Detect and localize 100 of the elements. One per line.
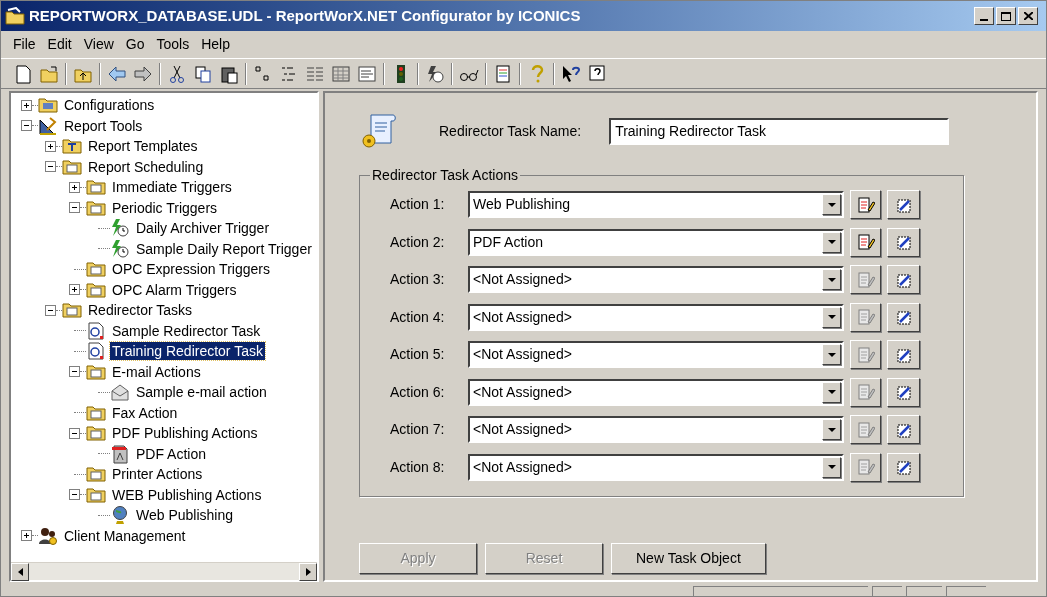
action-dropdown[interactable]: Web Publishing — [468, 191, 844, 219]
tree-item[interactable]: PDF Publishing Actions — [110, 424, 260, 443]
action-label: Action 5: — [390, 345, 446, 365]
action-dropdown[interactable]: <Not Assigned> — [468, 416, 844, 444]
horizontal-scrollbar[interactable] — [11, 562, 317, 580]
globe-icon — [110, 505, 130, 526]
menu-item[interactable]: Go — [121, 34, 149, 55]
task-name-label: Redirector Task Name: — [439, 121, 582, 141]
action-label: Action 2: — [390, 232, 446, 252]
tree-item[interactable]: Training Redirector Task — [110, 342, 265, 361]
maximize-icon — [1001, 11, 1011, 21]
collapse-icon[interactable] — [69, 202, 80, 214]
tree-item[interactable]: Periodic Triggers — [110, 198, 220, 217]
caret-icon — [827, 315, 836, 320]
pointer-help-icon[interactable] — [561, 63, 581, 84]
edit-document-icon — [856, 420, 875, 439]
task-document-icon — [86, 341, 106, 362]
lightning-clock-icon[interactable] — [425, 63, 445, 84]
new-action-button[interactable] — [887, 265, 920, 295]
tree-item[interactable]: PDF Action — [134, 444, 209, 463]
menu-item[interactable]: Edit — [43, 34, 76, 55]
menu-item[interactable]: File — [9, 34, 40, 55]
tree-item[interactable]: Sample e-mail action — [134, 383, 269, 402]
tree-item[interactable]: Client Management — [62, 526, 188, 545]
collapse-icon[interactable] — [69, 366, 80, 378]
expand-icon[interactable] — [45, 140, 56, 152]
new-file-icon[interactable] — [13, 63, 33, 84]
task-document-icon — [86, 320, 106, 341]
tree-item[interactable]: Configurations — [62, 96, 157, 115]
maximize-button[interactable] — [996, 7, 1016, 25]
tree-item[interactable]: Report Scheduling — [86, 157, 206, 176]
scroll-right-button[interactable] — [299, 563, 317, 581]
tree-item[interactable]: OPC Expression Triggers — [110, 260, 272, 279]
action-dropdown[interactable]: <Not Assigned> — [468, 266, 844, 294]
expand-icon[interactable] — [21, 99, 32, 111]
menu-item[interactable]: Help — [197, 34, 234, 55]
tree-item[interactable]: Immediate Triggers — [110, 178, 234, 197]
minimize-button[interactable] — [974, 7, 994, 25]
tree-item[interactable]: WEB Publishing Actions — [110, 485, 264, 504]
collapse-icon[interactable] — [69, 489, 80, 501]
edit-document-icon — [856, 345, 875, 364]
edit-document-icon — [856, 383, 875, 402]
action-dropdown[interactable]: <Not Assigned> — [468, 303, 844, 331]
folder-icon — [5, 7, 25, 25]
collapse-icon[interactable] — [69, 427, 80, 439]
edit-action-button[interactable] — [850, 227, 881, 257]
edit-action-button[interactable] — [850, 190, 881, 220]
tree-item[interactable]: Web Publishing — [134, 506, 236, 525]
new-action-button[interactable] — [887, 452, 920, 482]
cut-icon[interactable] — [167, 63, 187, 84]
action-dropdown[interactable]: <Not Assigned> — [468, 453, 844, 481]
new-action-button[interactable] — [887, 377, 920, 407]
tree-item[interactable]: Report Templates — [86, 137, 200, 156]
window-title: REPORTWORX_DATABASE.UDL - ReportWorX.NET Configurator by ICONICS — [29, 5, 581, 26]
people-icon — [38, 525, 58, 546]
tree-item[interactable]: Report Tools — [62, 116, 145, 135]
collapse-icon[interactable] — [45, 161, 56, 173]
close-button[interactable] — [1018, 7, 1038, 25]
new-action-button[interactable] — [887, 415, 920, 445]
caret-icon — [827, 390, 836, 395]
menu-item[interactable]: Tools — [152, 34, 194, 55]
new-action-button[interactable] — [887, 227, 920, 257]
action-dropdown[interactable]: PDF Action — [468, 228, 844, 256]
expand-icon[interactable] — [69, 181, 80, 193]
caret-icon — [827, 202, 836, 207]
menu-item[interactable]: View — [79, 34, 118, 55]
copy-icon[interactable] — [193, 63, 213, 84]
edit-document-icon — [856, 458, 875, 477]
new-action-button[interactable] — [887, 190, 920, 220]
tree-item[interactable]: Sample Daily Report Trigger — [134, 239, 314, 258]
report-icon[interactable] — [493, 63, 513, 84]
new-action-button[interactable] — [887, 302, 920, 332]
collapse-icon[interactable] — [45, 304, 56, 316]
tree-item[interactable]: Printer Actions — [110, 465, 205, 484]
new-action-button[interactable] — [887, 340, 920, 370]
open-folder-icon[interactable] — [39, 63, 59, 84]
tree-item[interactable]: Daily Archiver Trigger — [134, 219, 272, 238]
triangle-ruler-icon — [38, 115, 58, 136]
expand-icon[interactable] — [69, 284, 80, 296]
caret-icon — [827, 352, 836, 357]
task-name-field[interactable]: Training Redirector Task — [609, 117, 950, 145]
tree-item[interactable]: E-mail Actions — [110, 362, 203, 381]
form-view-icon[interactable] — [357, 63, 377, 84]
tree-item[interactable]: Fax Action — [110, 403, 180, 422]
action-button[interactable]: New Task Object — [611, 543, 766, 574]
folder-icon — [62, 300, 82, 321]
expand-icon[interactable] — [21, 530, 32, 542]
help-bubble-icon[interactable] — [587, 63, 607, 84]
action-label: Action 4: — [390, 307, 446, 327]
tree-item[interactable]: OPC Alarm Triggers — [110, 280, 239, 299]
action-dropdown[interactable]: <Not Assigned> — [468, 378, 844, 406]
action-dropdown[interactable]: <Not Assigned> — [468, 341, 844, 369]
right-arrow-icon — [305, 568, 311, 576]
collapse-icon[interactable] — [21, 120, 32, 132]
close-icon — [1023, 12, 1033, 20]
left-arrow-icon — [17, 568, 23, 576]
tree-item[interactable]: Sample Redirector Task — [110, 321, 263, 340]
edit-document-icon — [856, 270, 875, 289]
scroll-left-button[interactable] — [11, 563, 29, 581]
tree-item[interactable]: Redirector Tasks — [86, 301, 194, 320]
